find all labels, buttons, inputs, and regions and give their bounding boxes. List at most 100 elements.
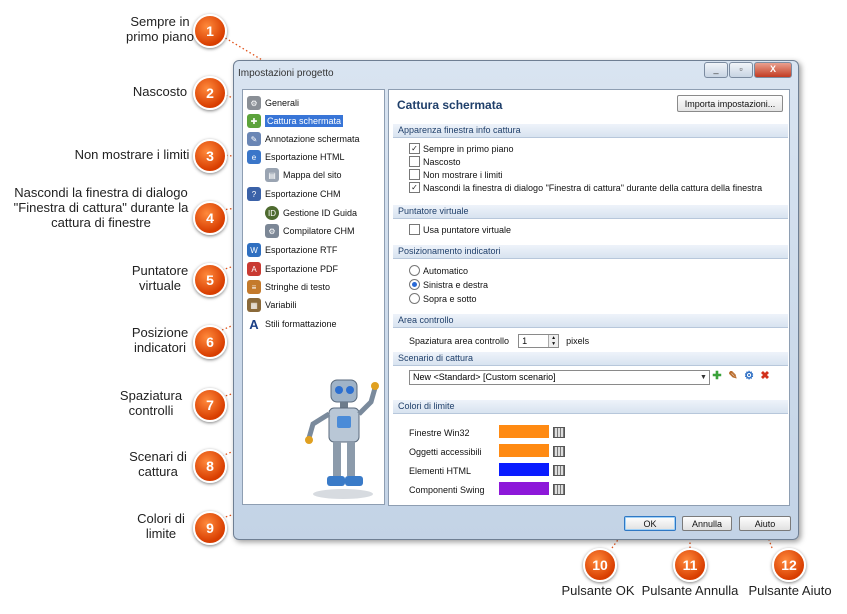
sidebar-item-label: Esportazione PDF: [265, 264, 339, 274]
sidebar-item-label: Cattura schermata: [265, 115, 344, 127]
option-virtual-pointer[interactable]: Usa puntatore virtuale: [409, 224, 511, 235]
maximize-button[interactable]: ▫: [729, 62, 753, 78]
chevron-down-icon[interactable]: ▼: [698, 371, 709, 384]
styles-icon: A: [247, 317, 261, 332]
sidebar-item-label: Stili formattazione: [265, 319, 337, 329]
area-spacing-value: 1: [522, 336, 528, 346]
hide-limits-checkbox[interactable]: [409, 169, 420, 180]
area-spacing-stepper[interactable]: 1 ▲ ▼: [518, 334, 560, 348]
rtf-export-icon: W: [247, 243, 261, 257]
option-hidden[interactable]: Nascosto: [409, 156, 461, 167]
html-export-icon: e: [247, 150, 261, 164]
capture-settings-panel: Cattura schermata Importa impostazioni..…: [388, 89, 790, 506]
option-hide-dialog-during-capture[interactable]: ✓ Nascondi la finestra di dialogo "Fines…: [409, 182, 762, 193]
color-picker-icon[interactable]: [553, 484, 565, 495]
option-top-bottom[interactable]: Sopra e sotto: [409, 293, 477, 304]
variables-icon: ▦: [247, 298, 261, 312]
left-right-radio[interactable]: [409, 279, 420, 290]
option-label: Usa puntatore virtuale: [423, 224, 512, 235]
callout-label-1: Sempre in primo piano: [126, 14, 194, 44]
sidebar-item-stringhe-testo[interactable]: ≡ Stringhe di testo: [247, 278, 330, 296]
ok-button[interactable]: OK: [624, 516, 676, 531]
html-color-swatch[interactable]: [499, 463, 549, 476]
section-header-limits: Colori di limite: [393, 400, 788, 414]
sidebar-item-stili-formattazione[interactable]: A Stili formattazione: [247, 315, 337, 333]
color-picker-icon[interactable]: [553, 465, 565, 476]
automatic-radio[interactable]: [409, 265, 420, 276]
cancel-button[interactable]: Annulla: [682, 516, 732, 531]
sidebar-item-label: Esportazione RTF: [265, 245, 338, 255]
sidebar-item-variabili[interactable]: ▦ Variabili: [247, 296, 296, 314]
sidebar-item-mappa-sito[interactable]: ▤ Mappa del sito: [265, 166, 342, 184]
virtual-pointer-checkbox[interactable]: [409, 224, 420, 235]
callout-label-6: Posizione indicatori: [131, 325, 189, 355]
window-title: Impostazioni progetto: [238, 68, 334, 79]
edit-icon[interactable]: ✎: [727, 370, 739, 382]
sidebar-item-label: Esportazione CHM: [265, 189, 341, 199]
callout-badge-3: 3: [193, 139, 227, 173]
win32-color-swatch[interactable]: [499, 425, 549, 438]
color-picker-icon[interactable]: [553, 427, 565, 438]
add-icon[interactable]: ✚: [711, 370, 723, 382]
callout-badge-1: 1: [193, 14, 227, 48]
callout-label-3: Non mostrare i limiti: [74, 147, 190, 162]
color-picker-icon[interactable]: [553, 446, 565, 457]
hidden-checkbox[interactable]: [409, 156, 420, 167]
scenario-select[interactable]: New <Standard> [Custom scenario] ▼: [409, 370, 710, 385]
callout-label-9: Colori di limite: [137, 511, 185, 541]
callout-label-5: Puntatore virtuale: [131, 263, 189, 293]
callout-label-2: Nascosto: [132, 84, 188, 99]
callout-badge-10: 10: [583, 548, 617, 582]
sidebar-item-compilatore-chm[interactable]: ⚙ Compilatore CHM: [265, 222, 355, 240]
callout-badge-9: 9: [193, 511, 227, 545]
sidebar-item-label: Mappa del sito: [283, 170, 342, 180]
delete-icon[interactable]: ✖: [759, 370, 771, 382]
compiler-icon: ⚙: [265, 224, 279, 238]
limit-color-label: Componenti Swing: [409, 485, 485, 495]
always-on-top-checkbox[interactable]: ✓: [409, 143, 420, 154]
option-label: Nascondi la finestra di dialogo "Finestr…: [423, 182, 763, 193]
limit-color-label: Finestre Win32: [409, 428, 470, 438]
sidebar-item-esportazione-chm[interactable]: ? Esportazione CHM: [247, 185, 341, 203]
limit-color-label: Oggetti accessibili: [409, 447, 482, 457]
sidebar-item-esportazione-rtf[interactable]: W Esportazione RTF: [247, 241, 337, 259]
sidebar-item-label: Esportazione HTML: [265, 152, 345, 162]
sidebar-item-generali[interactable]: ⚙ Generali: [247, 94, 299, 112]
sidebar-item-annotazione[interactable]: ✎ Annotazione schermata: [247, 130, 360, 148]
option-automatic[interactable]: Automatico: [409, 265, 468, 276]
accessible-color-swatch[interactable]: [499, 444, 549, 457]
settings-sidebar: ⚙ Generali ✚ Cattura schermata ✎ Annotaz…: [242, 89, 385, 505]
option-label: Non mostrare i limiti: [423, 169, 503, 180]
close-button[interactable]: X: [754, 62, 792, 78]
minimize-button[interactable]: _: [704, 62, 728, 78]
area-spacing-label: Spaziatura area controllo: [409, 336, 510, 346]
swing-color-swatch[interactable]: [499, 482, 549, 495]
settings-icon[interactable]: ⚙: [743, 370, 755, 382]
chm-export-icon: ?: [247, 187, 261, 201]
capture-icon: ✚: [247, 114, 261, 128]
callout-label-12: Pulsante Aiuto: [748, 583, 832, 598]
sidebar-item-esportazione-html[interactable]: e Esportazione HTML: [247, 148, 345, 166]
option-hide-limits[interactable]: Non mostrare i limiti: [409, 169, 503, 180]
sidebar-item-gestione-id[interactable]: ID Gestione ID Guida: [265, 204, 357, 222]
option-always-on-top[interactable]: ✓ Sempre in primo piano: [409, 143, 514, 154]
help-button[interactable]: Aiuto: [739, 516, 791, 531]
stepper-arrows-icon[interactable]: ▲ ▼: [548, 335, 559, 347]
sidebar-item-label: Annotazione schermata: [265, 134, 360, 144]
sidebar-item-label: Gestione ID Guida: [283, 208, 358, 218]
id-icon: ID: [265, 206, 279, 220]
sidebar-item-esportazione-pdf[interactable]: A Esportazione PDF: [247, 260, 338, 278]
sidebar-item-label: Stringhe di testo: [265, 282, 331, 292]
sitemap-icon: ▤: [265, 168, 279, 182]
sidebar-item-cattura-schermata[interactable]: ✚ Cattura schermata: [247, 112, 344, 130]
sidebar-item-label: Generali: [265, 98, 300, 108]
callout-badge-2: 2: [193, 76, 227, 110]
hide-dialog-checkbox[interactable]: ✓: [409, 182, 420, 193]
callout-badge-7: 7: [193, 388, 227, 422]
option-left-right[interactable]: Sinistra e destra: [409, 279, 488, 290]
top-bottom-radio[interactable]: [409, 293, 420, 304]
option-label: Sinistra e destra: [423, 279, 489, 290]
callout-label-7: Spaziatura controlli: [119, 388, 183, 418]
annotation-icon: ✎: [247, 132, 261, 146]
import-settings-button[interactable]: Importa impostazioni...: [677, 95, 783, 112]
